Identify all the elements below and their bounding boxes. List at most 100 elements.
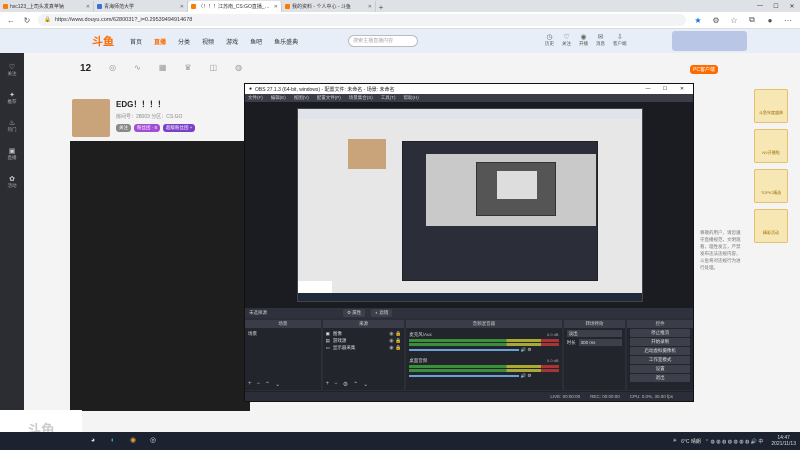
category-item[interactable]: ◎: [109, 63, 116, 74]
client-button[interactable]: ⇩ 客户端: [613, 33, 627, 47]
message-button[interactable]: ✉ 消息: [596, 33, 605, 47]
eye-icon[interactable]: ◉ 🔒: [389, 345, 401, 351]
edge-icon[interactable]: ◐: [108, 436, 118, 446]
rail-live[interactable]: ▣ 直播: [8, 147, 17, 161]
transition-select[interactable]: 淡出: [566, 330, 623, 337]
rail-recommend[interactable]: ✦ 推荐: [8, 91, 17, 105]
favorites-icon[interactable]: ☆: [728, 16, 740, 25]
obs-taskbar-icon[interactable]: ◎: [148, 436, 158, 446]
eye-icon[interactable]: ◉ 🔒: [389, 331, 401, 337]
menu-profile[interactable]: 配置文件(P): [317, 95, 341, 101]
browser-tab[interactable]: 我的资料 - 个人中心 - 斗鱼 ✕: [282, 1, 376, 12]
new-tab-button[interactable]: +: [376, 3, 386, 12]
ad-card[interactable]: TOPIC精选: [754, 169, 788, 203]
nav-live[interactable]: 直播: [154, 37, 166, 46]
category-item[interactable]: ◍: [235, 63, 242, 74]
nav-category[interactable]: 分类: [178, 37, 190, 46]
down-icon[interactable]: ⌄: [363, 381, 368, 388]
steam-icon[interactable]: ◕: [88, 436, 98, 446]
speaker-icon[interactable]: 🔊: [521, 373, 527, 378]
up-icon[interactable]: ⌃: [265, 381, 270, 388]
scene-item[interactable]: 场景: [248, 330, 318, 337]
menu-scene-collection[interactable]: 场景集合(S): [349, 95, 373, 101]
gear-icon[interactable]: ⚙: [343, 381, 348, 388]
chrome-icon[interactable]: ◉: [128, 436, 138, 446]
menu-help[interactable]: 帮助(H): [404, 95, 419, 101]
nav-video[interactable]: 视频: [202, 37, 214, 46]
close-window-icon[interactable]: ✕: [784, 0, 800, 12]
up-icon[interactable]: ⌃: [353, 381, 358, 388]
pc-client-pill[interactable]: PC客户端: [690, 65, 718, 74]
gear-icon[interactable]: ⚙: [527, 373, 531, 378]
back-icon[interactable]: ←: [6, 16, 16, 25]
header-banner[interactable]: [672, 31, 747, 51]
obs-maximize-icon[interactable]: ☐: [658, 86, 672, 92]
ad-card[interactable]: 斗鱼年度盛典: [754, 89, 788, 123]
rail-hot[interactable]: ♨ 热门: [8, 119, 17, 133]
tray-icons[interactable]: ⌃ ◍ ◍ ◍ ◍ ◍ ◍ ◍ 🔊 中: [705, 438, 763, 445]
remove-icon[interactable]: −: [257, 381, 261, 388]
filters-button[interactable]: ◐ 滤镜: [371, 309, 393, 317]
collections-icon[interactable]: ⧉: [746, 15, 758, 25]
properties-button[interactable]: ⚙ 属性: [343, 309, 366, 317]
close-icon[interactable]: ✕: [180, 4, 184, 10]
category-item[interactable]: ▦: [159, 63, 167, 74]
close-icon[interactable]: ✕: [368, 4, 372, 10]
more-icon[interactable]: ⋯: [782, 16, 794, 25]
reload-icon[interactable]: ↻: [22, 16, 32, 25]
browser-tab-active[interactable]: 〈！！！江苏南_CS:GO直播_斗鱼直 ✕: [188, 1, 282, 12]
close-icon[interactable]: ✕: [274, 4, 278, 10]
speaker-icon[interactable]: 🔊: [521, 347, 527, 352]
maximize-icon[interactable]: ☐: [768, 0, 784, 12]
remove-icon[interactable]: −: [334, 381, 338, 388]
nav-festival[interactable]: 鱼乐盛典: [274, 37, 298, 46]
menu-edit[interactable]: 编辑(E): [271, 95, 286, 101]
gear-icon[interactable]: ⚙: [527, 347, 531, 352]
browser-tab[interactable]: hxc123_上司头发真苹钠 ✕: [0, 1, 94, 12]
clock[interactable]: 14:47 2021/11/13: [771, 435, 796, 447]
category-item[interactable]: ◫: [210, 63, 218, 74]
volume-slider[interactable]: [409, 349, 520, 351]
source-item[interactable]: ▭ 显示器采集 ◉ 🔒: [326, 344, 402, 351]
category-item[interactable]: ♛: [184, 63, 191, 74]
video-player[interactable]: [70, 141, 250, 411]
follow-tag[interactable]: 关注: [116, 124, 131, 132]
douyu-logo[interactable]: 斗鱼: [92, 33, 114, 49]
source-item[interactable]: ▤ 游戏源 ◉ 🔒: [326, 337, 402, 344]
down-icon[interactable]: ⌄: [275, 381, 280, 388]
anchor-avatar[interactable]: [72, 99, 110, 137]
weather-text[interactable]: 6°C 晴朗: [681, 438, 701, 445]
menu-file[interactable]: 文件(F): [248, 95, 263, 101]
nav-yuba[interactable]: 鱼吧: [250, 37, 262, 46]
duration-input[interactable]: 300 ms: [578, 339, 623, 346]
super-fan-tag[interactable]: 超级粉丝团 +: [163, 124, 196, 132]
ad-card[interactable]: 精彩活动: [754, 209, 788, 243]
menu-tools[interactable]: 工具(T): [381, 95, 396, 101]
obs-preview[interactable]: [245, 102, 693, 308]
nav-game[interactable]: 游戏: [226, 37, 238, 46]
stop-streaming-button[interactable]: 停止推流: [630, 329, 690, 337]
broadcast-button[interactable]: ◉ 开播: [579, 33, 588, 47]
minimize-icon[interactable]: —: [752, 0, 768, 12]
follow-button[interactable]: ♡ 关注: [562, 33, 571, 47]
browser-tab[interactable]: 青海师范大学 ✕: [94, 1, 188, 12]
rail-follow[interactable]: ♡ 关注: [8, 63, 17, 77]
volume-slider[interactable]: [409, 375, 520, 377]
history-button[interactable]: ◷ 历史: [545, 33, 554, 47]
fan-tag[interactable]: 粉丝团 · 8: [134, 124, 161, 132]
ad-card[interactable]: NV开播啦: [754, 129, 788, 163]
close-icon[interactable]: ✕: [86, 4, 90, 10]
add-icon[interactable]: +: [248, 381, 252, 388]
obs-close-icon[interactable]: ✕: [675, 86, 689, 92]
rail-event[interactable]: ✿ 活动: [8, 175, 17, 189]
eye-icon[interactable]: ◉ 🔒: [389, 338, 401, 344]
menu-view[interactable]: 视图(V): [294, 95, 309, 101]
category-item[interactable]: ∿: [134, 63, 141, 74]
studio-mode-button[interactable]: 工作室模式: [630, 356, 690, 364]
star-icon[interactable]: ★: [692, 16, 704, 25]
add-icon[interactable]: +: [326, 381, 330, 388]
url-field[interactable]: 🔒 https://www.douyu.com/6280031?_i=0.2953…: [38, 14, 686, 26]
source-item[interactable]: ▣ 图像 ◉ 🔒: [326, 330, 402, 337]
start-recording-button[interactable]: 开始录制: [630, 338, 690, 346]
extensions-icon[interactable]: ⚙: [710, 16, 722, 25]
